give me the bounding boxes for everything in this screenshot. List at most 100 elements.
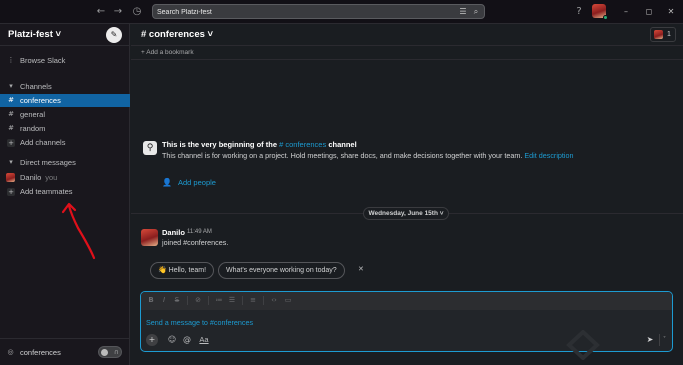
add-people-label: Add people [178,178,216,187]
sidebar-item-label: Danilo [20,173,42,182]
workspace-header: Platzi-fest ˅ ✎ [0,24,130,46]
search-bar[interactable]: ☰ ⌕ [152,4,485,19]
intro-suffix: channel [326,140,357,149]
message-text: joined #conferences. [162,238,229,247]
add-bookmark-button[interactable]: + Add a bookmark [141,49,194,56]
code-icon[interactable]: ‹› [269,295,279,306]
sidebar-item-dm-danilo[interactable]: Danilo you [0,171,130,184]
question-icon[interactable]: ? [572,5,586,19]
sidebar: Platzi-fest ˅ ✎ ⋮ Browse Slack ▾ Channel… [0,24,130,365]
ordered-list-icon[interactable]: ≔ [214,295,224,306]
sidebar-item-browse[interactable]: ⋮ Browse Slack [0,54,130,67]
blockquote-icon[interactable]: ≡ [248,295,258,306]
compose-button[interactable]: ✎ [106,27,122,43]
formatting-toggle[interactable]: Aa [198,334,210,346]
headphones-icon: ∩ [113,348,119,356]
channels-section-header[interactable]: ▾ Channels [0,80,130,93]
dm-label-group: Danilo you [20,171,57,184]
sidebar-item-label: Add teammates [20,187,73,196]
avatar[interactable] [141,229,158,246]
bookmark-bar: + Add a bookmark [131,46,683,60]
toolbar-divider [208,296,209,305]
intro-description-text: This channel is for working on a project… [162,151,525,160]
plus-icon[interactable]: + [146,334,158,346]
sidebar-item-random[interactable]: # random [0,122,130,135]
sidebar-item-general[interactable]: # general [0,108,130,121]
caret-down-icon: ▾ [9,82,13,90]
message-timestamp[interactable]: 11:49 AM [187,229,212,235]
caret-down-icon: ▾ [9,158,13,166]
sidebar-item-label: random [20,124,46,133]
sidebar-item-label: Browse Slack [20,56,66,65]
arrow-left-icon[interactable]: ← [94,5,108,19]
hash-icon: # [8,96,14,104]
search-icon[interactable]: ⌕ [471,6,481,18]
compose-icon: ✎ [110,30,118,39]
title-bar: ← → ◷ ☰ ⌕ ? – ◻ ✕ [0,0,683,24]
plus-icon: + [7,188,15,196]
code-block-icon[interactable]: ▭ [283,295,293,306]
section-label: Direct messages [20,158,76,167]
toolbar-divider [242,296,243,305]
plus-icon: + [7,139,15,147]
sidebar-item-label: conferences [20,96,61,105]
toolbar-divider [187,296,188,305]
channel-intro-title: This is the very beginning of the # conf… [162,140,357,149]
add-channels-button[interactable]: + Add channels [0,136,130,149]
channel-link[interactable]: # conferences [279,140,326,149]
bulleted-list-icon[interactable]: ☰ [227,295,237,306]
filter-icon[interactable]: ☰ [458,6,468,18]
italic-icon[interactable]: I [159,295,169,306]
toolbar-divider [263,296,264,305]
link-icon[interactable]: ⊘ [193,295,203,306]
toggle-knob [101,349,108,356]
huddle-channel-label: conferences [20,348,61,357]
edit-description-link[interactable]: Edit description [524,151,573,160]
channel-header: # conferences ˅ 1 [131,24,683,46]
section-label: Channels [20,82,52,91]
channel-intro-description: This channel is for working on a project… [162,151,574,160]
minimize-button[interactable]: – [619,5,633,19]
emoji-icon[interactable]: ☺ [166,334,178,346]
dm-section-header[interactable]: ▾ Direct messages [0,156,130,169]
annotation-arrow [61,202,96,260]
sidebar-item-label: Add channels [20,138,66,147]
huddle-toggle[interactable]: ∩ [98,346,122,358]
user-avatar[interactable] [592,4,608,20]
channel-view: # conferences ˅ 1 + Add a bookmark ⚲ Thi… [131,24,683,365]
more-vertical-icon: ⋮ [7,56,15,64]
message-author[interactable]: Danilo [162,228,185,237]
hash-icon: # [8,110,14,118]
mention-icon[interactable]: @ [181,334,193,346]
suggestion-hello-team[interactable]: 👋 Hello, team! [150,262,215,279]
you-tag: you [45,173,58,182]
send-icon[interactable]: ➤ [644,334,656,346]
presence-dot [603,15,608,20]
arrow-right-icon[interactable]: → [111,5,125,19]
sidebar-item-conferences[interactable]: # conferences [0,94,130,107]
maximize-button[interactable]: ◻ [642,5,656,19]
add-person-icon: 👤 [162,178,172,187]
avatar [654,30,663,39]
huddle-bar: ◎ conferences ∩ [0,338,130,365]
strikethrough-icon[interactable]: S [172,295,182,306]
search-input[interactable] [157,6,447,18]
lightbulb-icon: ⚲ [143,141,157,155]
close-icon[interactable]: ✕ [358,265,364,273]
message-input[interactable] [146,316,646,328]
platzi-logo-watermark [566,330,600,360]
workspace-name[interactable]: Platzi-fest ˅ [8,29,61,40]
add-teammates-button[interactable]: + Add teammates [0,185,130,198]
close-window-button[interactable]: ✕ [664,5,678,19]
clock-icon[interactable]: ◷ [130,5,144,19]
date-jump-button[interactable]: Wednesday, June 15th ˅ [363,207,449,220]
hash-icon: # [8,124,14,132]
formatting-toolbar: B I S ⊘ ≔ ☰ ≡ ‹› ▭ [141,292,672,310]
avatar [6,173,15,182]
sidebar-item-label: general [20,110,46,119]
suggestion-working-on[interactable]: What's everyone working on today? [218,262,345,279]
bold-icon[interactable]: B [146,295,156,306]
members-button[interactable]: 1 [650,27,676,42]
channel-title[interactable]: # conferences ˅ [141,29,213,40]
chevron-down-icon[interactable]: ˅ [659,334,669,346]
